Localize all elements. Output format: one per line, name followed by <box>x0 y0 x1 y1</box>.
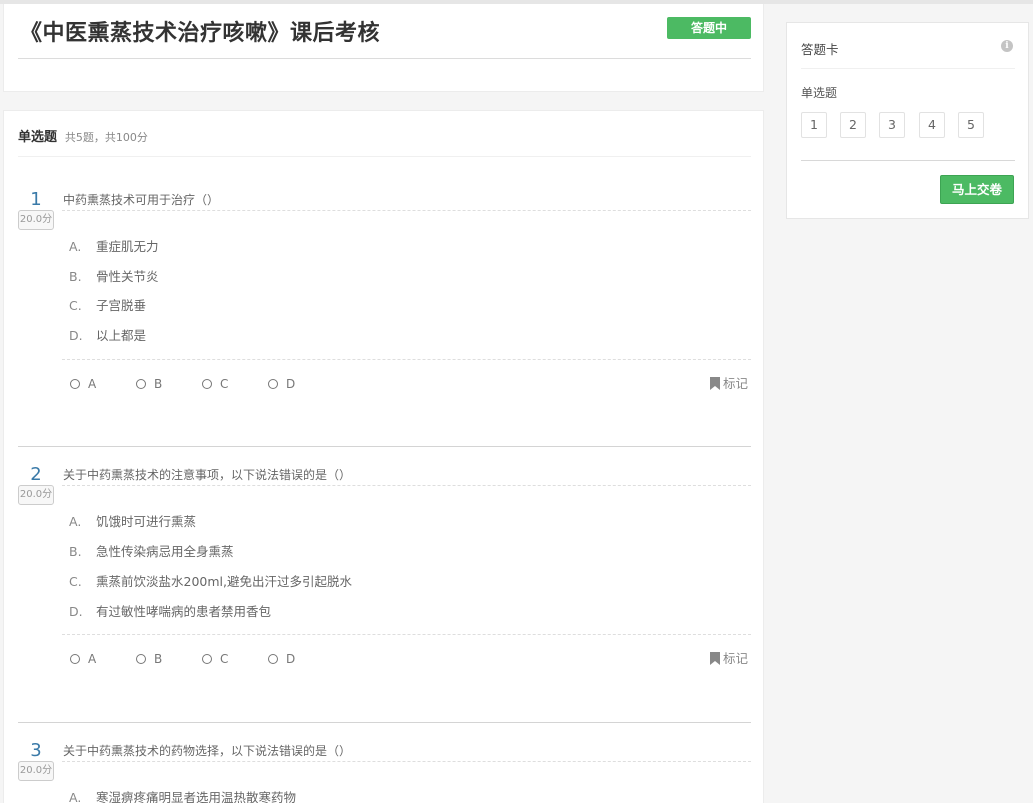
option-text: 有过敏性哮喘病的患者禁用香包 <box>96 604 272 619</box>
answer-label: D <box>286 377 296 391</box>
answer-radio-a[interactable]: A <box>70 652 96 666</box>
option-text: 急性传染病忌用全身熏蒸 <box>96 544 234 559</box>
option-text: 重症肌无力 <box>96 239 159 254</box>
divider <box>62 634 751 635</box>
option-letter: A. <box>69 514 82 529</box>
answer-card-section: 单选题 <box>801 86 838 100</box>
question-nav-2[interactable]: 2 <box>840 112 866 138</box>
divider <box>18 156 751 157</box>
option-b: B. 急性传染病忌用全身熏蒸 <box>69 541 234 560</box>
answer-card: 答题卡 i 单选题 1 2 3 4 5 马上交卷 <box>786 22 1029 219</box>
question-score: 20.0分 <box>18 210 54 230</box>
answer-radio-c[interactable]: C <box>202 652 228 666</box>
radio-icon[interactable] <box>202 379 212 389</box>
question-number: 2 <box>30 464 42 485</box>
option-d: D. 有过敏性哮喘病的患者禁用香包 <box>69 601 271 620</box>
divider <box>18 58 751 59</box>
divider <box>62 761 751 762</box>
answer-label: A <box>88 377 97 391</box>
option-a: A. 重症肌无力 <box>69 236 159 255</box>
status-badge: 答题中 <box>667 17 751 39</box>
radio-icon[interactable] <box>70 654 80 664</box>
option-text: 骨性关节炎 <box>96 269 159 284</box>
option-text: 饥饿时可进行熏蒸 <box>96 514 197 529</box>
radio-icon[interactable] <box>136 379 146 389</box>
question-text: 关于中药熏蒸技术的注意事项，以下说法错误的是（） <box>63 468 352 482</box>
radio-icon[interactable] <box>268 654 278 664</box>
info-icon[interactable]: i <box>1001 40 1013 52</box>
exam-header: 《中医熏蒸技术治疗咳嗽》课后考核 答题中 <box>3 4 764 92</box>
question-score: 20.0分 <box>18 761 54 781</box>
question-nav-3[interactable]: 3 <box>879 112 905 138</box>
option-letter: C. <box>69 298 82 313</box>
section-meta: 共5题，共100分 <box>64 131 148 144</box>
option-c: C. 子宫脱垂 <box>69 295 146 314</box>
answer-radio-b[interactable]: B <box>136 652 162 666</box>
answer-label: B <box>154 652 163 666</box>
answer-label: D <box>286 652 296 666</box>
question-nav-4[interactable]: 4 <box>919 112 945 138</box>
mark-label: 标记 <box>723 651 749 666</box>
radio-icon[interactable] <box>202 654 212 664</box>
question-nav-5[interactable]: 5 <box>958 112 984 138</box>
option-letter: C. <box>69 574 82 589</box>
question-number: 1 <box>30 189 42 210</box>
option-letter: D. <box>69 604 83 619</box>
mark-button[interactable]: 标记 <box>710 648 748 667</box>
bookmark-icon <box>710 652 720 665</box>
option-letter: A. <box>69 790 82 803</box>
option-text: 熏蒸前饮淡盐水200ml,避免出汗过多引起脱水 <box>96 574 352 589</box>
option-letter: A. <box>69 239 82 254</box>
option-letter: D. <box>69 328 83 343</box>
radio-icon[interactable] <box>136 654 146 664</box>
option-a: A. 饥饿时可进行熏蒸 <box>69 511 196 530</box>
answer-radio-d[interactable]: D <box>268 652 295 666</box>
divider <box>801 160 1015 161</box>
answer-label: B <box>154 377 163 391</box>
answer-card-title: 答题卡 <box>801 42 839 57</box>
option-letter: B. <box>69 544 82 559</box>
question-text: 中药熏蒸技术可用于治疗（） <box>63 193 220 207</box>
question-separator <box>18 446 751 447</box>
option-letter: B. <box>69 269 82 284</box>
question-separator <box>18 722 751 723</box>
question-text: 关于中药熏蒸技术的药物选择，以下说法错误的是（） <box>63 744 352 758</box>
mark-label: 标记 <box>723 376 749 391</box>
page-title: 《中医熏蒸技术治疗咳嗽》课后考核 <box>20 21 381 46</box>
section-title: 单选题 <box>18 130 58 145</box>
divider <box>801 68 1015 69</box>
question-score: 20.0分 <box>18 485 54 505</box>
answer-label: C <box>220 652 229 666</box>
question-number: 3 <box>30 740 42 761</box>
divider <box>62 359 751 360</box>
divider <box>62 485 751 486</box>
option-c: C. 熏蒸前饮淡盐水200ml,避免出汗过多引起脱水 <box>69 571 352 590</box>
divider <box>62 210 751 211</box>
section-header: 单选题 共5题，共100分 <box>18 126 148 145</box>
option-text: 子宫脱垂 <box>96 298 147 313</box>
bookmark-icon <box>710 377 720 390</box>
option-text: 寒湿痹疼痛明显者选用温热散寒药物 <box>96 790 297 803</box>
answer-label: A <box>88 652 97 666</box>
question-panel: 单选题 共5题，共100分 1 20.0分 中药熏蒸技术可用于治疗（） A. 重症… <box>3 110 764 803</box>
radio-icon[interactable] <box>70 379 80 389</box>
answer-label: C <box>220 377 229 391</box>
answer-radio-a[interactable]: A <box>70 377 96 391</box>
radio-icon[interactable] <box>268 379 278 389</box>
answer-radio-c[interactable]: C <box>202 377 228 391</box>
answer-radio-b[interactable]: B <box>136 377 162 391</box>
option-b: B. 骨性关节炎 <box>69 266 159 285</box>
question-nav-1[interactable]: 1 <box>801 112 827 138</box>
option-text: 以上都是 <box>96 328 147 343</box>
submit-button[interactable]: 马上交卷 <box>940 175 1014 204</box>
answer-radio-d[interactable]: D <box>268 377 295 391</box>
option-d: D. 以上都是 <box>69 325 146 344</box>
option-a: A. 寒湿痹疼痛明显者选用温热散寒药物 <box>69 787 296 803</box>
mark-button[interactable]: 标记 <box>710 373 748 392</box>
